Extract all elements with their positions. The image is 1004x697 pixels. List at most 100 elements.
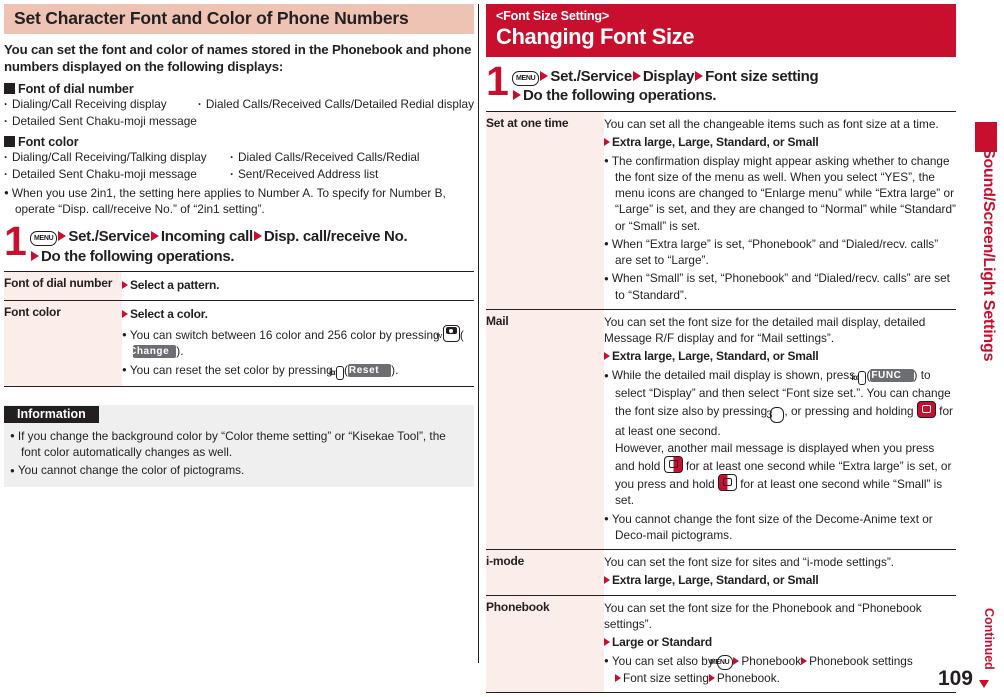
continued-arrow-icon [979,680,989,688]
column-divider [478,4,479,663]
list-column-1: Dialing/Call Receiving display [4,96,198,113]
navigation-key-left-icon [663,455,683,473]
list-column-1: Dialing/Call Receiving/Talking display D… [4,149,230,183]
chapter-side-tab: Sound/Screen/Light Settings [975,122,997,522]
numeric-key-3-icon: 3 [766,407,785,424]
crumb: Set./Service [68,228,150,246]
list-item: Dialing/Call Receiving display [4,96,198,113]
option-line: Select a color. [122,306,474,323]
continued-marker: Continued [976,608,996,688]
left-step-1: 1 MENU Set./Service Incoming call Disp. cal… [4,221,474,271]
table-row: Font color Select a color. You can switc… [4,300,474,386]
arrow-icon [604,637,610,646]
arrow-icon [733,656,740,665]
menu-key-icon: MENU [512,71,540,86]
row-bullet: You can reset the set color by pressing … [122,362,474,380]
table-row: Font of dial number Select a pattern. [4,271,474,301]
option-line: Extra large, Large, Standard, or Small [604,134,956,151]
right-header-subtitle: <Font Size Setting> [496,9,610,23]
font-color-display-list: Dialing/Call Receiving/Talking display D… [4,149,474,183]
row-intro: You can set all the changeable items suc… [604,117,939,131]
row-bullet-continuation: However, another mail message is display… [615,440,952,508]
arrow-icon [513,90,521,101]
right-column: <Font Size Setting> Changing Font Size 1… [486,4,956,693]
arrow-icon [58,231,67,242]
step-instruction: MENU Set./Service Incoming call Disp. call/… [30,227,474,265]
information-item: If you change the background color by “C… [10,428,466,461]
arrow-icon [604,137,610,146]
row-label: Set at one time [486,111,604,310]
crumb: Set./Service [550,68,632,85]
row-intro: You can set the font size for the Phoneb… [604,600,922,632]
information-body: If you change the background color by “C… [4,422,474,488]
arrow-icon [31,250,39,261]
step-instruction: MENU Set./Service Display Font size setting… [512,67,956,105]
row-label: Font of dial number [4,271,122,301]
left-column: Set Character Font and Color of Phone Nu… [4,4,474,488]
crumb: Display [642,68,695,85]
right-step-1: 1 MENU Set./Service Display Font size setti… [486,61,956,111]
row-bullet: While the detailed mail display is shown… [604,367,956,509]
left-section-title: Set Character Font and Color of Phone Nu… [4,4,474,34]
imode-key-icon: iα [329,365,344,380]
arrow-icon [708,673,715,682]
table-row: Phonebook You can set the font size for … [486,595,956,693]
arrow-icon [253,231,262,242]
arrow-icon [122,281,128,290]
row-value: You can set the font size for the detail… [604,309,956,549]
filled-square-icon [4,82,15,94]
row-bullet: You can switch between 16 color and 256 … [122,324,474,360]
arrow-icon [632,71,641,81]
side-tab-label: Sound/Screen/Light Settings [980,148,997,362]
right-section-header: <Font Size Setting> Changing Font Size [486,4,956,57]
row-value: You can set all the changeable items suc… [604,112,956,310]
step-number: 1 [4,218,27,265]
row-bullet: When “Extra large” is set, “Phonebook” a… [604,236,956,269]
row-value: You can set the font size for the Phoneb… [604,595,956,692]
softkey-label: Change [129,345,177,359]
camera-key-icon: TV [436,324,460,342]
list-item: Sent/Received Address list [230,166,474,183]
row-bullet: When “Small” is set, “Phonebook” and “Di… [604,270,956,303]
arrow-icon [122,310,128,319]
option-line: Select a pattern. [122,277,474,294]
row-label: i-mode [486,549,604,596]
row-bullet: You cannot change the font size of the D… [604,511,956,544]
option-line: Large or Standard [604,634,956,651]
row-value: You can set the font size for sites and … [604,550,956,596]
row-bullet-continuation: Font size setting Phonebook. [615,670,956,686]
row-value: Select a color. You can switch between 1… [122,301,474,386]
arrow-icon [604,351,610,360]
row-bullet: You can set also by MENUPhonebookPhonebo… [604,653,956,686]
row-bullet: The confirmation display might appear as… [604,153,956,234]
dial-number-display-list: Dialing/Call Receiving display Dialed Ca… [4,96,474,113]
row-label: Phonebook [486,595,604,693]
table-row: Set at one time You can set all the chan… [486,111,956,310]
arrow-icon [604,575,610,584]
information-box: Information If you change the background… [4,404,474,488]
manual-page: Set Character Font and Color of Phone Nu… [0,0,1004,697]
left-lead-paragraph: You can set the font and color of names … [4,42,472,75]
row-intro: You can set the font size for the detail… [604,314,926,346]
table-row: Mail You can set the font size for the d… [486,309,956,550]
left-settings-table: Font of dial number Select a pattern. Fo… [4,271,474,386]
list-item: Dialed Calls/Received Calls/Detailed Red… [198,96,474,113]
menu-key-icon: MENU [710,654,734,670]
softkey-label: FUNC [870,369,914,382]
row-value: Select a pattern. [122,272,474,301]
row-label: Font color [4,300,122,386]
list-column-2: Dialed Calls/Received Calls/Redial Sent/… [230,149,474,183]
menu-key-icon: MENU [30,231,58,247]
continued-label: Continued [982,608,996,670]
option-line: Extra large, Large, Standard, or Small [604,572,956,589]
row-label: Mail [486,309,604,550]
arrow-icon [695,71,704,81]
crumb: Font size setting [705,68,819,85]
list-item: Dialing/Call Receiving/Talking display [4,149,230,166]
crumb: Disp. call/receive No. [263,228,408,246]
right-settings-table: Set at one time You can set all the chan… [486,111,956,693]
row-intro: You can set the font size for sites and … [604,555,895,570]
right-header-title: Changing Font Size [496,24,695,49]
navigation-key-right-icon [717,474,737,492]
arrow-icon [150,231,159,242]
